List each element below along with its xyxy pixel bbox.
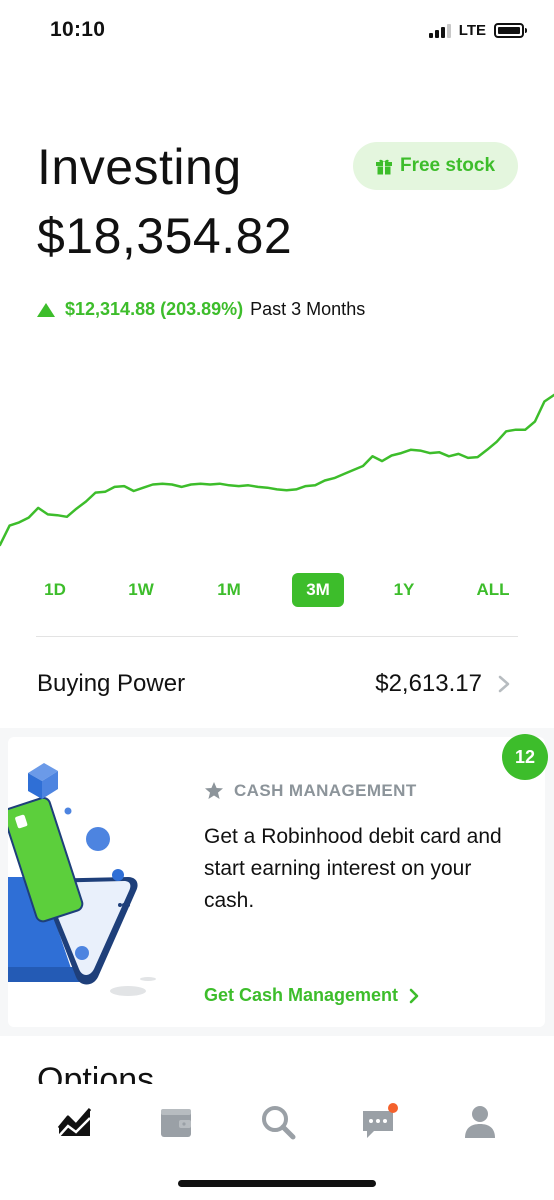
chat-icon	[363, 1103, 398, 1138]
card-eyebrow-label: CASH MANAGEMENT	[234, 781, 417, 800]
nav-home[interactable]	[55, 1102, 95, 1142]
cta-label: Get Cash Management	[204, 985, 399, 1005]
portfolio-value: $18,354.82	[37, 208, 293, 264]
chevron-right-icon	[409, 988, 419, 1003]
debit-card-illustration	[8, 763, 156, 996]
tab-1y[interactable]: 1Y	[378, 573, 430, 607]
status-indicators: LTE	[428, 22, 527, 39]
chevron-right-icon	[498, 675, 510, 693]
star-icon	[205, 782, 223, 799]
nav-search[interactable]	[258, 1102, 298, 1142]
page-title: Investing	[37, 139, 242, 195]
buying-power-row[interactable]: Buying Power $2,613.17	[0, 660, 554, 710]
options-heading: Options	[37, 1061, 155, 1084]
chart-icon	[57, 1108, 92, 1137]
wallet-icon	[161, 1109, 191, 1137]
tab-1w[interactable]: 1W	[115, 573, 167, 607]
portfolio-chart[interactable]	[0, 385, 554, 555]
gift-icon	[375, 158, 392, 175]
nav-account[interactable]	[460, 1102, 500, 1142]
tab-3m[interactable]: 3M	[292, 573, 344, 607]
free-stock-label: Free stock	[399, 155, 496, 176]
range-tabs: 1D 1W 1M 3M 1Y ALL	[0, 573, 554, 609]
status-time: 10:10	[50, 18, 106, 41]
home-indicator	[178, 1180, 376, 1187]
nav-messages[interactable]	[359, 1102, 399, 1142]
search-icon	[262, 1106, 296, 1140]
cards-section: CASH MANAGEMENT Get a Robinhood debit ca…	[0, 728, 554, 1036]
chart-series-line	[0, 393, 554, 547]
notification-dot	[388, 1103, 398, 1113]
tab-1m[interactable]: 1M	[203, 573, 255, 607]
divider	[36, 636, 518, 637]
change-amount: $12,314.88 (203.89%)	[65, 299, 244, 319]
buying-power-label: Buying Power	[37, 670, 186, 697]
cash-management-card[interactable]: CASH MANAGEMENT Get a Robinhood debit ca…	[8, 737, 545, 1027]
card-body-text: Get a Robinhood debit card and start ear…	[204, 825, 502, 912]
options-section: Options	[0, 1060, 554, 1084]
get-cash-management-link[interactable]: Get Cash Management	[204, 985, 420, 1006]
battery-icon	[494, 23, 527, 38]
person-icon	[465, 1106, 495, 1138]
buying-power-value: $2,613.17	[375, 670, 482, 697]
arrow-up-icon	[37, 302, 55, 317]
tab-all[interactable]: ALL	[465, 573, 521, 607]
card-eyebrow: CASH MANAGEMENT	[204, 781, 417, 801]
nav-cash[interactable]	[156, 1102, 196, 1142]
signal-icon	[428, 23, 451, 38]
change-period: Past 3 Months	[250, 299, 366, 319]
tab-1d[interactable]: 1D	[30, 573, 80, 607]
free-stock-button[interactable]: Free stock	[353, 142, 518, 190]
status-bar: 10:10 LTE	[0, 0, 554, 62]
network-label: LTE	[458, 22, 486, 39]
portfolio-change: $12,314.88 (203.89%) Past 3 Months	[37, 299, 365, 320]
card-count-badge: 12	[502, 734, 548, 780]
